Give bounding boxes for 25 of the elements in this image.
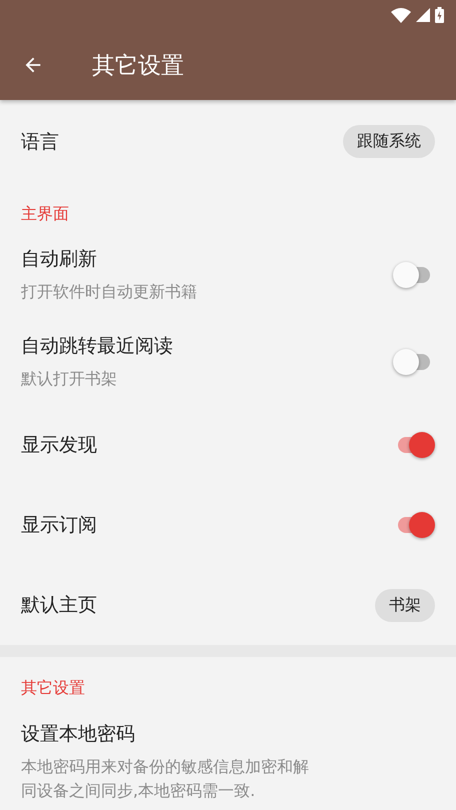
setting-summary: 默认打开书架 <box>21 368 117 390</box>
battery-icon <box>435 7 444 23</box>
value-chip[interactable]: 书架 <box>375 588 435 622</box>
setting-title: 设置本地密码 <box>21 722 135 747</box>
value-chip[interactable]: 跟随系统 <box>343 125 435 158</box>
setting-title: 默认主页 <box>21 593 97 618</box>
screen-title: 其它设置 <box>92 52 184 80</box>
settings-row[interactable]: 显示订阅 <box>0 485 456 565</box>
settings-row[interactable]: 语言 跟随系统 <box>0 100 456 183</box>
setting-title: 显示发现 <box>21 433 97 458</box>
settings-row[interactable]: 默认主页 书架 <box>0 565 456 645</box>
section-header: 其它设置 <box>20 677 86 699</box>
setting-title: 显示订阅 <box>21 513 97 538</box>
settings-row[interactable]: 自动刷新 打开软件时自动更新书籍 <box>0 231 456 318</box>
setting-title: 自动跳转最近阅读 <box>21 334 173 358</box>
setting-title: 自动刷新 <box>21 246 97 272</box>
section-header: 主界面 <box>20 203 70 225</box>
settings-row[interactable]: 自动跳转最近阅读 默认打开书架 <box>0 318 456 405</box>
signal-icon <box>416 8 430 22</box>
setting-title: 语言 <box>21 130 59 154</box>
setting-summary: 本地密码用来对备份的敏感信息加密和解 同设备之间同步,本地密码需一致. <box>21 756 309 802</box>
settings-row[interactable]: 显示发现 <box>0 405 456 485</box>
settings-row[interactable]: 设置本地密码 本地密码用来对备份的敏感信息加密和解 同设备之间同步,本地密码需一致. <box>0 705 456 803</box>
setting-summary: 打开软件时自动更新书籍 <box>21 280 197 302</box>
wifi-icon <box>391 8 411 22</box>
